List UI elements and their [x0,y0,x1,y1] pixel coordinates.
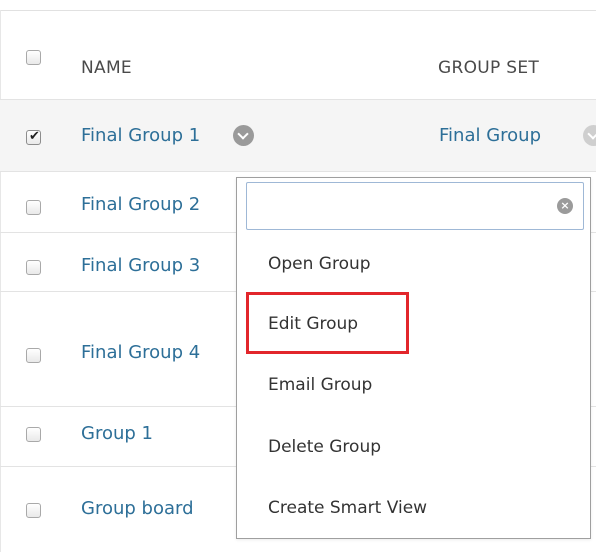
select-all-checkbox[interactable] [26,50,41,65]
row-checkbox[interactable] [26,348,41,363]
group-name-link[interactable]: Final Group 4 [81,342,200,363]
groups-table-view: NAME GROUP SET ✔ Final Group 1 Final Gro… [0,0,596,552]
row-checkbox[interactable] [26,260,41,275]
row-checkbox[interactable] [26,427,41,442]
group-name-link[interactable]: Final Group 3 [81,255,200,276]
menu-search-input[interactable]: × [246,182,584,230]
column-header-group-set[interactable]: GROUP SET [438,58,539,78]
group-actions-menu: × Open Group Edit Group Email Group Dele… [236,177,591,539]
table-row[interactable]: ✔ Final Group 1 Final Group [0,100,596,172]
row-checkbox[interactable] [26,503,41,518]
chevron-down-icon[interactable] [583,125,596,146]
group-name-link[interactable]: Final Group 1 [81,125,200,146]
group-name-link[interactable]: Final Group 2 [81,194,200,215]
clear-icon[interactable]: × [557,198,573,214]
group-name-link[interactable]: Group 1 [81,423,153,444]
row-checkbox[interactable] [26,200,41,215]
menu-item-delete-group[interactable]: Delete Group [268,437,381,457]
edit-group-highlight-box [246,292,409,354]
checkmark-icon: ✔ [29,129,40,144]
row-checkbox[interactable]: ✔ [26,129,41,145]
menu-item-open-group[interactable]: Open Group [268,254,371,274]
chevron-down-icon[interactable] [233,125,254,146]
menu-item-create-smart-view[interactable]: Create Smart View [268,498,427,518]
group-name-link[interactable]: Group board [81,498,194,519]
group-set-link[interactable]: Final Group [439,125,541,146]
column-header-name[interactable]: NAME [81,58,132,78]
table-header-row: NAME GROUP SET [0,11,596,100]
menu-item-email-group[interactable]: Email Group [268,375,372,395]
